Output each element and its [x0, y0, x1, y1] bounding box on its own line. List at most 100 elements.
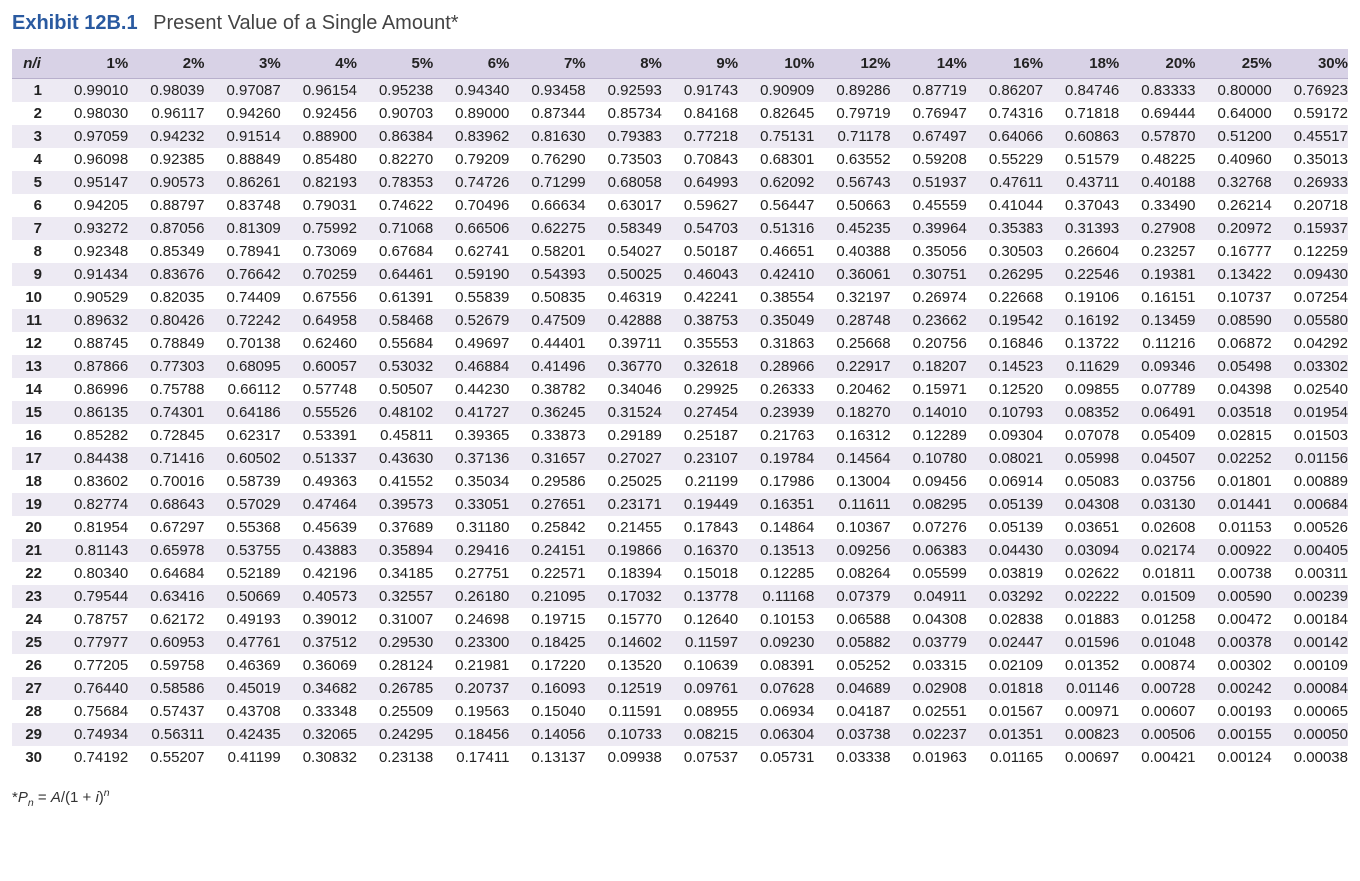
pv-cell: 0.00590	[1196, 585, 1272, 608]
pv-cell: 0.11591	[586, 700, 662, 723]
pv-cell: 0.03302	[1272, 355, 1348, 378]
pv-cell: 0.09230	[738, 631, 814, 654]
row-header-label: n/i	[12, 49, 52, 79]
pv-cell: 0.43630	[357, 447, 433, 470]
pv-cell: 0.21455	[586, 516, 662, 539]
col-header: 1%	[52, 49, 128, 79]
table-row: 190.827740.686430.570290.474640.395730.3…	[12, 493, 1348, 516]
pv-cell: 0.94340	[433, 79, 509, 103]
pv-cell: 0.66112	[204, 378, 280, 401]
pv-cell: 0.14864	[738, 516, 814, 539]
col-header: 2%	[128, 49, 204, 79]
pv-cell: 0.57437	[128, 700, 204, 723]
col-header: 4%	[281, 49, 357, 79]
pv-cell: 0.21763	[738, 424, 814, 447]
pv-cell: 0.31863	[738, 332, 814, 355]
pv-cell: 0.04398	[1196, 378, 1272, 401]
pv-cell: 0.24151	[509, 539, 585, 562]
pv-cell: 0.02174	[1119, 539, 1195, 562]
table-row: 150.861350.743010.641860.555260.481020.4…	[12, 401, 1348, 424]
table-row: 10.990100.980390.970870.961540.952380.94…	[12, 79, 1348, 103]
pv-cell: 0.92385	[128, 148, 204, 171]
pv-cell: 0.94232	[128, 125, 204, 148]
pv-cell: 0.37043	[1043, 194, 1119, 217]
pv-cell: 0.18207	[891, 355, 967, 378]
pv-cell: 0.40388	[814, 240, 890, 263]
pv-cell: 0.82193	[281, 171, 357, 194]
pv-cell: 0.13513	[738, 539, 814, 562]
table-body: 10.990100.980390.970870.961540.952380.94…	[12, 79, 1348, 770]
table-row: 40.960980.923850.888490.854800.822700.79…	[12, 148, 1348, 171]
pv-cell: 0.84168	[662, 102, 738, 125]
pv-cell: 0.26214	[1196, 194, 1272, 217]
exhibit-label: Exhibit 12B.1	[12, 12, 138, 34]
pv-cell: 0.50663	[814, 194, 890, 217]
pv-cell: 0.20756	[891, 332, 967, 355]
pv-cell: 0.00193	[1196, 700, 1272, 723]
pv-cell: 0.98039	[128, 79, 204, 103]
pv-cell: 0.00302	[1196, 654, 1272, 677]
pv-cell: 0.00506	[1119, 723, 1195, 746]
pv-cell: 0.60953	[128, 631, 204, 654]
row-number: 26	[12, 654, 52, 677]
pv-cell: 0.15971	[891, 378, 967, 401]
pv-cell: 0.31007	[357, 608, 433, 631]
pv-cell: 0.97059	[52, 125, 128, 148]
pv-cell: 0.50507	[357, 378, 433, 401]
pv-cell: 0.97087	[204, 79, 280, 103]
pv-cell: 0.39964	[891, 217, 967, 240]
pv-cell: 0.12520	[967, 378, 1043, 401]
pv-cell: 0.00038	[1272, 746, 1348, 769]
present-value-table: n/i 1%2%3%4%5%6%7%8%9%10%12%14%16%18%20%…	[12, 49, 1348, 769]
pv-cell: 0.85734	[586, 102, 662, 125]
pv-cell: 0.93272	[52, 217, 128, 240]
pv-cell: 0.45811	[357, 424, 433, 447]
pv-cell: 0.72845	[128, 424, 204, 447]
row-number: 18	[12, 470, 52, 493]
table-row: 260.772050.597580.463690.360690.281240.2…	[12, 654, 1348, 677]
pv-cell: 0.11597	[662, 631, 738, 654]
col-header: 8%	[586, 49, 662, 79]
pv-cell: 0.02608	[1119, 516, 1195, 539]
table-row: 220.803400.646840.521890.421960.341850.2…	[12, 562, 1348, 585]
pv-cell: 0.28124	[357, 654, 433, 677]
pv-cell: 0.02838	[967, 608, 1043, 631]
pv-cell: 0.03130	[1119, 493, 1195, 516]
pv-cell: 0.27454	[662, 401, 738, 424]
pv-cell: 0.48225	[1119, 148, 1195, 171]
table-row: 230.795440.634160.506690.405730.325570.2…	[12, 585, 1348, 608]
pv-cell: 0.51316	[738, 217, 814, 240]
row-number: 4	[12, 148, 52, 171]
pv-cell: 0.90909	[738, 79, 814, 103]
pv-cell: 0.90529	[52, 286, 128, 309]
pv-cell: 0.03756	[1119, 470, 1195, 493]
pv-cell: 0.19563	[433, 700, 509, 723]
table-row: 130.878660.773030.680950.600570.530320.4…	[12, 355, 1348, 378]
col-header: 6%	[433, 49, 509, 79]
pv-cell: 0.03779	[891, 631, 967, 654]
table-row: 30.970590.942320.915140.889000.863840.83…	[12, 125, 1348, 148]
pv-cell: 0.66506	[433, 217, 509, 240]
table-row: 200.819540.672970.553680.456390.376890.3…	[12, 516, 1348, 539]
pv-cell: 0.09346	[1119, 355, 1195, 378]
pv-cell: 0.23300	[433, 631, 509, 654]
pv-cell: 0.01441	[1196, 493, 1272, 516]
pv-cell: 0.07276	[891, 516, 967, 539]
pv-cell: 0.04292	[1272, 332, 1348, 355]
pv-cell: 0.18394	[586, 562, 662, 585]
table-row: 240.787570.621720.491930.390120.310070.2…	[12, 608, 1348, 631]
row-number: 21	[12, 539, 52, 562]
exhibit-title: Exhibit 12B.1 Present Value of a Single …	[12, 12, 1348, 35]
pv-cell: 0.05252	[814, 654, 890, 677]
row-number: 27	[12, 677, 52, 700]
pv-cell: 0.77205	[52, 654, 128, 677]
pv-cell: 0.00922	[1196, 539, 1272, 562]
pv-cell: 0.32065	[281, 723, 357, 746]
pv-cell: 0.76440	[52, 677, 128, 700]
pv-cell: 0.04507	[1119, 447, 1195, 470]
pv-cell: 0.89632	[52, 309, 128, 332]
pv-cell: 0.49193	[204, 608, 280, 631]
pv-cell: 0.35894	[357, 539, 433, 562]
pv-cell: 0.01153	[1196, 516, 1272, 539]
table-row: 210.811430.659780.537550.438830.358940.2…	[12, 539, 1348, 562]
